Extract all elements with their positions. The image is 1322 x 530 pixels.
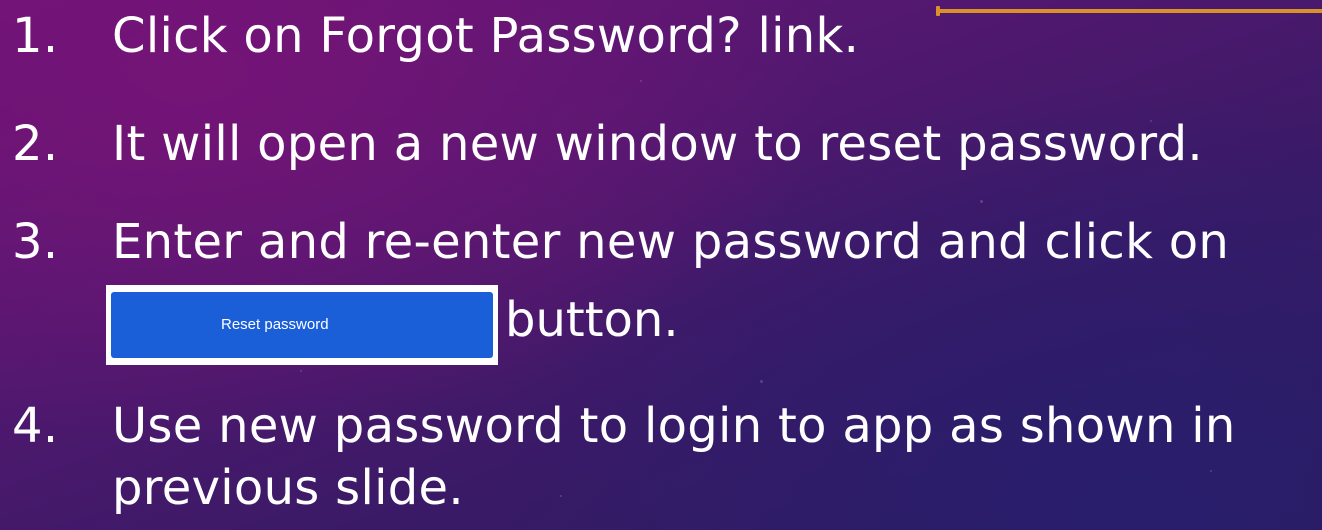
accent-line — [938, 9, 1322, 13]
step-number: 4. — [12, 398, 59, 454]
background-speck — [560, 495, 562, 497]
reset-password-button-screenshot: Reset password — [106, 285, 498, 365]
step-text: Use new password to login to app as show… — [112, 398, 1236, 454]
background-speck — [1210, 470, 1212, 472]
background-speck — [760, 380, 763, 383]
step-3-continuation: button. — [505, 292, 679, 348]
reset-password-button-label: Reset password — [221, 316, 329, 333]
step-text: Enter and re-enter new password and clic… — [112, 214, 1230, 270]
background-speck — [980, 200, 983, 203]
reset-password-button[interactable]: Reset password — [111, 292, 493, 358]
step-number: 3. — [12, 214, 59, 270]
step-text: It will open a new window to reset passw… — [112, 116, 1203, 172]
background-speck — [640, 80, 642, 82]
step-number: 1. — [12, 8, 59, 64]
slide: 1. Click on Forgot Password? link. 2. It… — [0, 0, 1322, 530]
step-text: Click on Forgot Password? link. — [112, 8, 860, 64]
step-text: previous slide. — [112, 460, 464, 516]
background-speck — [300, 370, 302, 372]
step-number: 2. — [12, 116, 59, 172]
